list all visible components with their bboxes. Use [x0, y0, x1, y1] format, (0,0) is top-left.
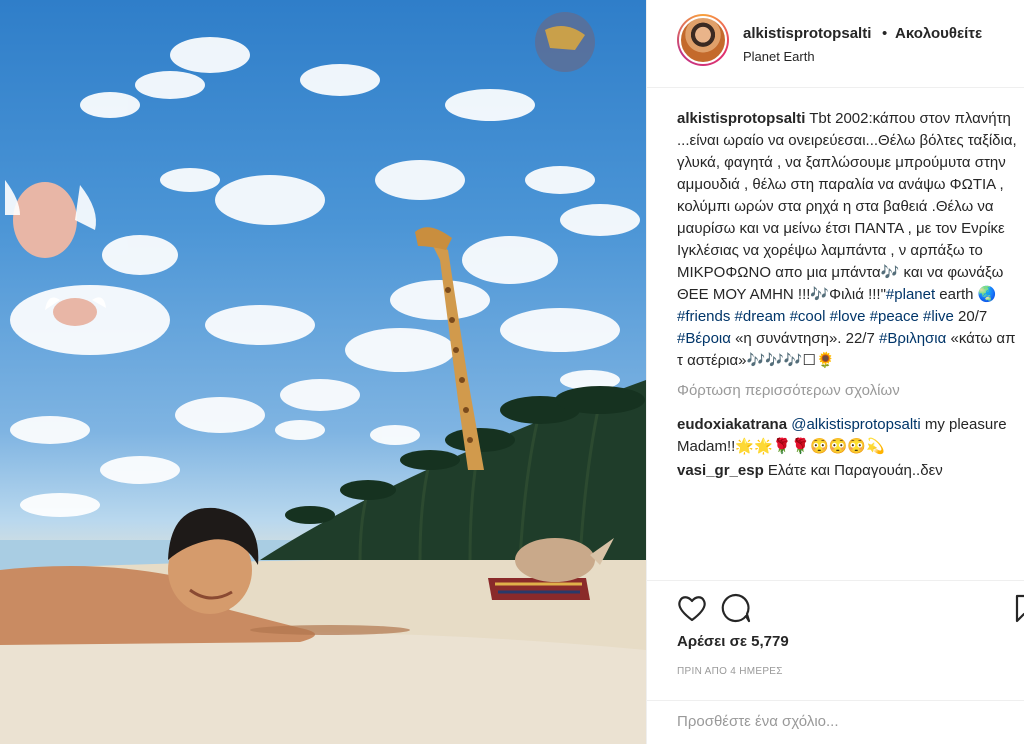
- save-button[interactable]: [997, 591, 1024, 625]
- author-username[interactable]: alkistisprotopsalti: [743, 25, 871, 42]
- beach-collage-image: [0, 12, 646, 744]
- comment-mention[interactable]: @alkistisprotopsalti: [791, 416, 920, 433]
- separator-dot: •: [882, 25, 888, 42]
- hashtag-peace[interactable]: #peace: [870, 308, 919, 325]
- caption-text: Tbt 2002:κάπου στον πλανήτη ...είναι ωρα…: [677, 110, 1021, 303]
- comment-item: eudoxiakatrana @alkistisprotopsalti my p…: [677, 414, 1024, 458]
- instagram-post: alkistisprotopsalti • Ακολουθείτε Planet…: [0, 0, 1024, 744]
- hashtag-friends[interactable]: #friends: [677, 308, 730, 325]
- caption-text-date: 20/7: [953, 308, 992, 325]
- likes-count[interactable]: Αρέσει σε 5,779: [677, 633, 789, 650]
- following-button[interactable]: Ακολουθείτε: [895, 25, 982, 42]
- hashtag-veroia[interactable]: #Βέροια: [677, 330, 731, 347]
- like-button[interactable]: [675, 591, 709, 625]
- location-link[interactable]: Planet Earth: [743, 49, 815, 64]
- hashtag-love[interactable]: #love: [830, 308, 866, 325]
- comment-icon: [721, 593, 751, 623]
- hashtag-vrilisia[interactable]: #Βριλησια: [879, 330, 946, 347]
- add-comment-bar: [647, 700, 1024, 744]
- comments-section: alkistisprotopsalti Tbt 2002:κάπου στον …: [677, 108, 1024, 482]
- caption-text-earth: earth 🌏: [935, 286, 1001, 303]
- caption-username[interactable]: alkistisprotopsalti: [677, 110, 805, 127]
- comment-text: Ελάτε και Παραγουάη..δεν: [763, 462, 943, 479]
- hashtag-planet[interactable]: #planet: [886, 286, 935, 303]
- caption-text-meeting: «η συνάντηση». 22/7: [730, 330, 879, 347]
- bookmark-icon: [1015, 594, 1024, 623]
- post-photo[interactable]: [0, 0, 646, 744]
- post-timestamp[interactable]: ΠΡΙΝ ΑΠΟ 4 ΗΜΕΡΕΣ: [677, 666, 783, 677]
- comment-username[interactable]: eudoxiakatrana: [677, 416, 787, 433]
- flying-pig: [5, 180, 96, 258]
- post-header: alkistisprotopsalti • Ακολουθείτε Planet…: [647, 0, 1024, 88]
- hashtag-dream[interactable]: #dream: [735, 308, 786, 325]
- hashtag-live[interactable]: #live: [923, 308, 954, 325]
- post-side-panel: alkistisprotopsalti • Ακολουθείτε Planet…: [646, 0, 1024, 744]
- post-actions: Αρέσει σε 5,779 ΠΡΙΝ ΑΠΟ 4 ΗΜΕΡΕΣ: [647, 580, 1024, 690]
- globe-figure: [535, 12, 595, 72]
- heart-icon: [678, 596, 706, 622]
- hashtag-cool[interactable]: #cool: [790, 308, 826, 325]
- add-comment-input[interactable]: [677, 713, 997, 730]
- comment-username[interactable]: vasi_gr_esp: [677, 462, 764, 479]
- caption: alkistisprotopsalti Tbt 2002:κάπου στον …: [677, 108, 1024, 372]
- comment-item: vasi_gr_esp Ελάτε και Παραγουάη..δεν: [677, 460, 1024, 482]
- load-more-comments-link[interactable]: Φόρτωση περισσότερων σχολίων: [677, 380, 1024, 402]
- avatar[interactable]: [677, 14, 729, 66]
- comment-button[interactable]: [719, 591, 753, 625]
